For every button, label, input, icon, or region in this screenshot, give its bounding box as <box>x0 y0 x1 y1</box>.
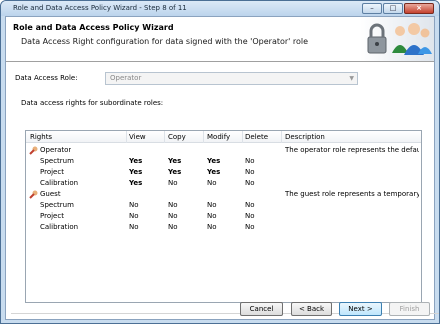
modify-value[interactable]: No <box>207 201 217 209</box>
group-row-guest[interactable]: Guest The guest role represents a tempor… <box>26 189 421 200</box>
right-name: Project <box>40 212 64 220</box>
delete-value[interactable]: No <box>245 201 255 209</box>
wizard-window: Role and Data Access Policy Wizard - Ste… <box>0 0 440 324</box>
copy-value[interactable]: No <box>168 223 178 231</box>
table-row[interactable]: Spectrum Yes Yes Yes No <box>26 156 421 167</box>
group-name: Guest <box>40 190 61 198</box>
modify-value[interactable]: Yes <box>207 157 220 165</box>
minimize-icon[interactable]: – <box>362 3 382 14</box>
right-name: Calibration <box>40 179 79 187</box>
back-button[interactable]: < Back <box>291 302 332 316</box>
table-row[interactable]: Project Yes Yes Yes No <box>26 167 421 178</box>
col-view[interactable]: View <box>129 133 146 141</box>
delete-value[interactable]: No <box>245 168 255 176</box>
right-name: Spectrum <box>40 201 74 209</box>
wizard-body: Role and Data Access Policy Wizard Data … <box>5 16 439 320</box>
modify-value[interactable]: Yes <box>207 168 220 176</box>
copy-value[interactable]: No <box>168 201 178 209</box>
window-title: Role and Data Access Policy Wizard - Ste… <box>13 4 187 12</box>
close-icon[interactable]: × <box>404 3 434 14</box>
group-description: The operator role represents the default… <box>285 146 419 154</box>
cancel-button[interactable]: Cancel <box>240 302 283 316</box>
next-button[interactable]: Next > <box>339 302 382 316</box>
table-header: Rights View Copy Modify Delete Descripti… <box>26 131 421 143</box>
banner-subheading: Data Access Right configuration for data… <box>21 37 309 46</box>
delete-value[interactable]: No <box>245 179 255 187</box>
view-value[interactable]: No <box>129 212 139 220</box>
col-rights[interactable]: Rights <box>30 133 52 141</box>
copy-value[interactable]: No <box>168 212 178 220</box>
banner-heading: Role and Data Access Policy Wizard <box>13 23 174 32</box>
copy-value[interactable]: Yes <box>168 157 181 165</box>
right-name: Project <box>40 168 64 176</box>
table-row[interactable]: Calibration No No No No <box>26 222 421 233</box>
table-row[interactable]: Calibration Yes No No No <box>26 178 421 189</box>
chevron-down-icon: ▼ <box>349 75 354 82</box>
view-value[interactable]: Yes <box>129 179 142 187</box>
delete-value[interactable]: No <box>245 223 255 231</box>
lock-users-icon <box>360 17 434 61</box>
group-row-operator[interactable]: Operator The operator role represents th… <box>26 145 421 156</box>
wizard-banner: Role and Data Access Policy Wizard Data … <box>6 17 434 62</box>
col-description[interactable]: Description <box>285 133 325 141</box>
modify-value[interactable]: No <box>207 179 217 187</box>
view-value[interactable]: No <box>129 201 139 209</box>
delete-value[interactable]: No <box>245 157 255 165</box>
copy-value[interactable]: No <box>168 179 178 187</box>
data-access-role-value: Operator <box>110 74 142 82</box>
title-bar: Role and Data Access Policy Wizard - Ste… <box>1 1 439 16</box>
subordinate-label: Data access rights for subordinate roles… <box>21 99 164 107</box>
col-copy[interactable]: Copy <box>168 133 186 141</box>
data-access-role-label: Data Access Role: <box>15 74 78 82</box>
view-value[interactable]: Yes <box>129 168 142 176</box>
maximize-icon[interactable]: □ <box>383 3 403 14</box>
rights-table[interactable]: Rights View Copy Modify Delete Descripti… <box>25 130 422 303</box>
col-delete[interactable]: Delete <box>245 133 268 141</box>
modify-value[interactable]: No <box>207 212 217 220</box>
copy-value[interactable]: Yes <box>168 168 181 176</box>
table-row[interactable]: Project No No No No <box>26 211 421 222</box>
col-modify[interactable]: Modify <box>207 133 230 141</box>
right-name: Spectrum <box>40 157 74 165</box>
finish-button[interactable]: Finish <box>389 302 430 316</box>
group-description: The guest role represents a temporary us… <box>285 190 419 198</box>
view-value[interactable]: Yes <box>129 157 142 165</box>
delete-value[interactable]: No <box>245 212 255 220</box>
modify-value[interactable]: No <box>207 223 217 231</box>
table-row[interactable]: Spectrum No No No No <box>26 200 421 211</box>
data-access-role-select[interactable]: Operator ▼ <box>105 72 358 85</box>
group-name: Operator <box>40 146 72 154</box>
view-value[interactable]: No <box>129 223 139 231</box>
right-name: Calibration <box>40 223 79 231</box>
